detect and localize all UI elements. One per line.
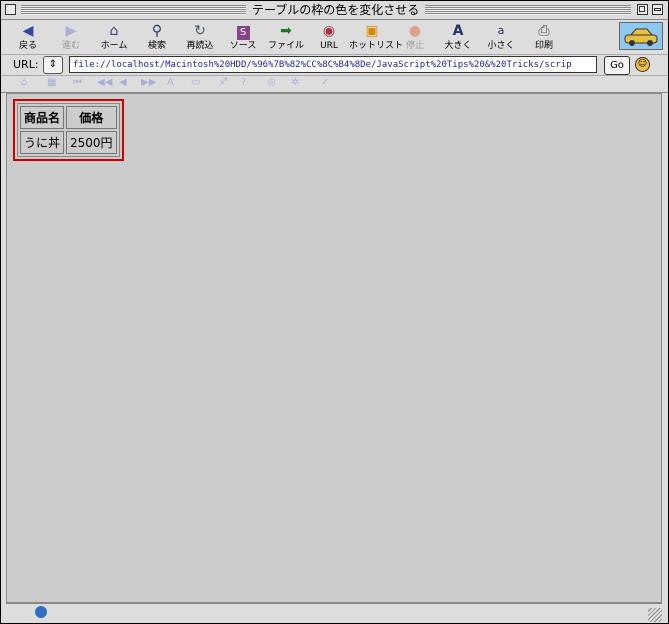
- back-button[interactable]: ◀ 戻る: [5, 22, 51, 52]
- search-icon: ⚲: [151, 23, 163, 39]
- icab-car-logo: [619, 22, 663, 50]
- stop-icon: ●: [408, 23, 422, 39]
- source-button[interactable]: S ソース: [220, 22, 266, 52]
- url-button[interactable]: ◉ URL: [306, 22, 352, 52]
- nav-font-icon[interactable]: A: [167, 77, 174, 88]
- forward-arrow-icon: ▶: [65, 23, 77, 39]
- window-title: テーブルの枠の色を変化させる: [246, 2, 426, 18]
- nav-first-icon[interactable]: ⏮: [73, 77, 82, 88]
- reload-icon: ↻: [194, 23, 206, 39]
- nav-info-icon[interactable]: ◎: [267, 77, 276, 88]
- cell-product-name: うに丼: [20, 131, 65, 154]
- table-row: うに丼 2500円: [20, 131, 117, 154]
- cell-price: 2500円: [66, 131, 117, 154]
- page-content: 商品名 価格 うに丼 2500円: [6, 93, 662, 603]
- nav-settings-icon[interactable]: ✲: [291, 77, 299, 88]
- stop-button[interactable]: ● 停止: [392, 22, 438, 52]
- source-icon: S: [220, 22, 266, 40]
- search-button[interactable]: ⚲ 検索: [134, 22, 180, 52]
- back-arrow-icon: ◀: [22, 23, 34, 39]
- navigation-bar: ⌂ ▦ ⏮ ◀◀ ◀ ▶▶ A ▭ ♐ ? ◎ ✲ ✓: [1, 76, 668, 93]
- reload-button[interactable]: ↻ 再読込: [177, 22, 223, 52]
- nav-help-icon[interactable]: ?: [241, 77, 246, 88]
- smaller-text-button[interactable]: a 小さく: [478, 22, 524, 52]
- hotlist-icon: ▣: [365, 23, 379, 39]
- table-border-highlight: 商品名 価格 うに丼 2500円: [13, 99, 124, 161]
- status-bar: [6, 603, 662, 622]
- url-icon: ◉: [322, 23, 336, 39]
- browser-window: テーブルの枠の色を変化させる ◀ 戻る ▶ 進む ⌂ ホーム ⚲ 検索 ↻ 再読…: [0, 0, 669, 624]
- nav-frame-icon[interactable]: ▭: [191, 77, 200, 88]
- nav-mail-icon[interactable]: ✓: [321, 77, 329, 88]
- header-price: 価格: [66, 106, 117, 129]
- forward-button[interactable]: ▶ 進む: [48, 22, 94, 52]
- smaller-text-icon: a: [497, 24, 505, 37]
- go-button[interactable]: Go: [604, 56, 630, 75]
- print-button[interactable]: ⎙ 印刷: [521, 22, 567, 52]
- url-input[interactable]: file://localhost/Macintosh%20HDD/%96%7B%…: [69, 56, 597, 73]
- table-header-row: 商品名 価格: [20, 106, 117, 129]
- title-bar[interactable]: テーブルの枠の色を変化させる: [1, 1, 668, 20]
- nav-mark-icon[interactable]: ♐: [219, 77, 228, 88]
- close-box[interactable]: [5, 4, 16, 15]
- nav-next-icon[interactable]: ▶▶: [141, 77, 156, 88]
- zoom-box[interactable]: [637, 4, 648, 15]
- larger-text-icon: A: [452, 23, 464, 39]
- url-bar: URL: ⇕ file://localhost/Macintosh%20HDD/…: [1, 55, 668, 76]
- larger-text-button[interactable]: A 大きく: [435, 22, 481, 52]
- home-button[interactable]: ⌂ ホーム: [91, 22, 137, 52]
- globe-icon: [35, 606, 47, 618]
- home-icon: ⌂: [109, 23, 119, 39]
- smiley-status-icon: ☺: [635, 57, 650, 72]
- header-product-name: 商品名: [20, 106, 65, 129]
- url-history-popup[interactable]: ⇕: [43, 56, 63, 74]
- hotlist-button[interactable]: ▣ ホットリスト: [349, 22, 403, 52]
- file-button[interactable]: ➡ ファイル: [263, 22, 309, 52]
- nav-home-icon[interactable]: ⌂: [21, 77, 27, 88]
- product-table: 商品名 価格 うに丼 2500円: [17, 103, 120, 157]
- collapse-box[interactable]: [652, 4, 663, 15]
- url-label: URL:: [13, 58, 39, 71]
- nav-prev-icon[interactable]: ◀◀: [97, 77, 112, 88]
- nav-back-icon[interactable]: ◀: [119, 77, 127, 88]
- resize-grip[interactable]: [648, 608, 662, 622]
- nav-grid-icon[interactable]: ▦: [47, 77, 56, 88]
- print-icon: ⎙: [538, 23, 550, 39]
- file-icon: ➡: [280, 23, 292, 39]
- toolbar: ◀ 戻る ▶ 進む ⌂ ホーム ⚲ 検索 ↻ 再読込 S ソース ➡ ファイル …: [1, 20, 668, 55]
